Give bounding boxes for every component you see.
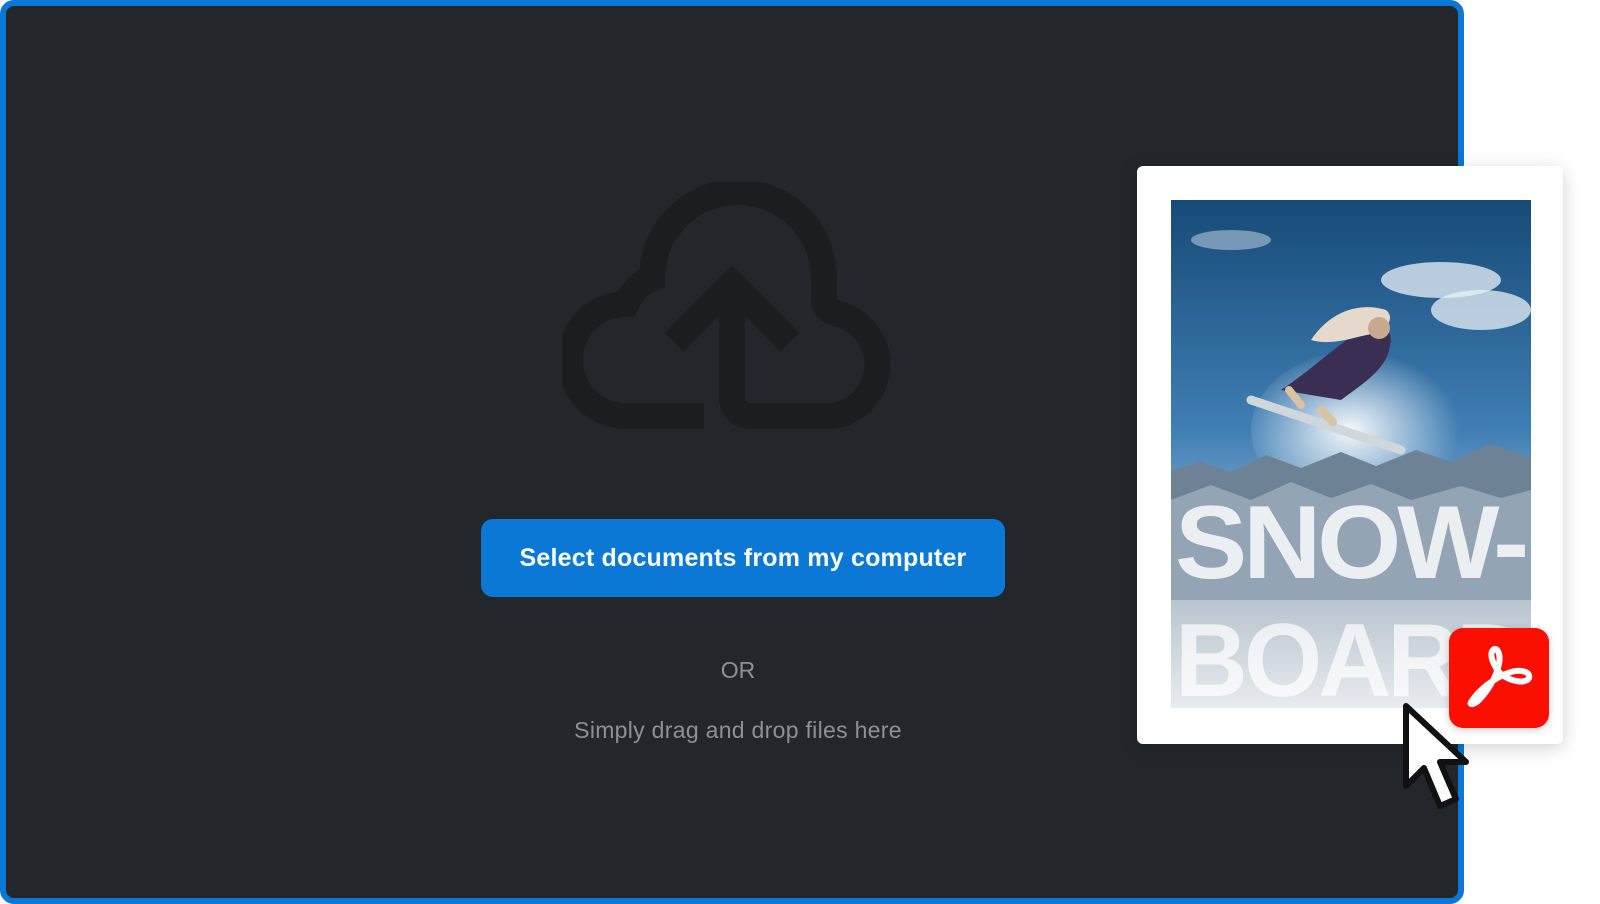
mouse-pointer-icon <box>1403 703 1469 809</box>
select-documents-button[interactable]: Select documents from my computer <box>481 519 1005 597</box>
cloud-upload-icon <box>562 182 891 429</box>
page: Select documents from my computer OR Sim… <box>0 0 1600 904</box>
poster-title-line1: SNOW- <box>1175 485 1525 601</box>
